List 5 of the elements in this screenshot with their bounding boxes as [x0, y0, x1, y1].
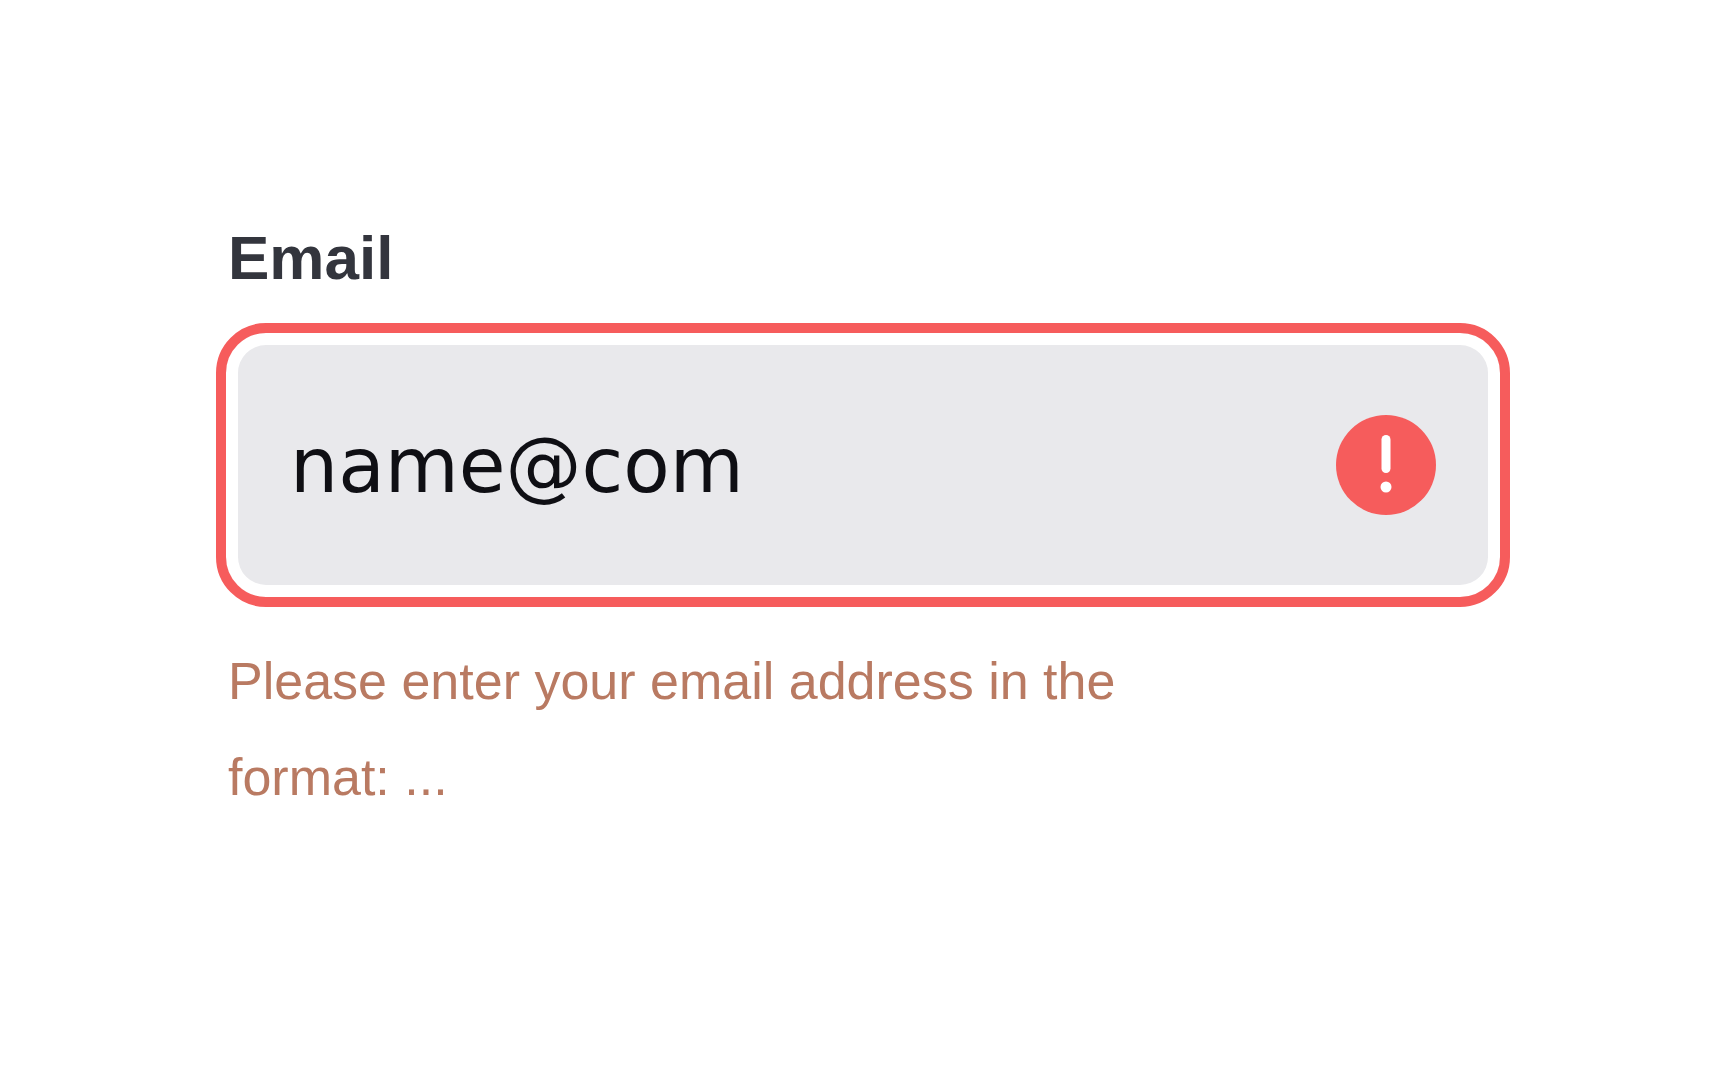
email-field[interactable]: name@com [216, 323, 1510, 607]
field-label: Email [228, 222, 394, 293]
field-value: name@com [290, 420, 745, 510]
error-message: Please enter your email address in the format: ... [228, 651, 1117, 808]
error-icon [1336, 415, 1436, 515]
